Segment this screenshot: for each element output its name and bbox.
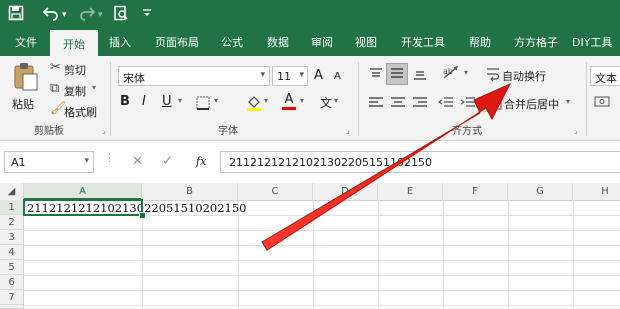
annotation-arrow-shape bbox=[261, 82, 512, 251]
annotation-arrow bbox=[261, 82, 512, 251]
